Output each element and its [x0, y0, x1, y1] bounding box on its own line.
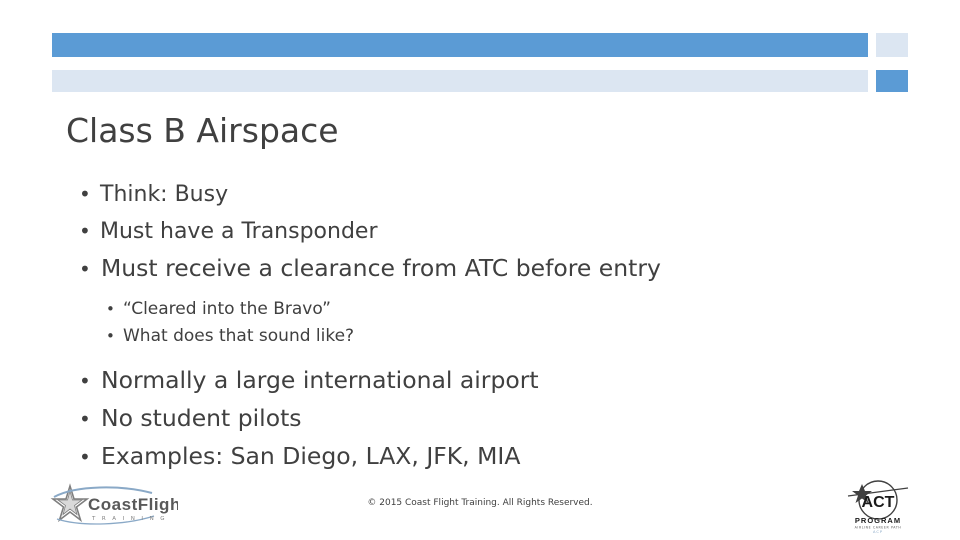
coast-flight-logo: CoastFlight T R A I N I N G [48, 483, 187, 527]
content-body: • Think: Busy • Must have a Transponder … [62, 176, 892, 476]
bullet-marker: • [79, 407, 91, 431]
list-item-label: Examples: San Diego, LAX, JFK, MIA [101, 442, 521, 470]
list-item: • Normally a large international airport [62, 362, 892, 400]
list-item-label: Think: Busy [100, 182, 229, 207]
list-item-label: Normally a large international airport [101, 366, 539, 394]
list-item-label: What does that sound like? [123, 326, 355, 346]
list-item: • No student pilots [62, 400, 892, 438]
bullet-marker: • [106, 300, 115, 318]
svg-text:ACT: ACT [862, 494, 895, 511]
bullet-marker: • [79, 445, 91, 469]
svg-text:AIRLINE CAREER PATH: AIRLINE CAREER PATH [855, 526, 902, 530]
svg-text:ACP: ACP [873, 530, 883, 534]
svg-text:CoastFlight: CoastFlight [88, 495, 178, 514]
list-item-label: Must receive a clearance from ATC before… [101, 254, 661, 282]
list-item-label: Must have a Transponder [100, 219, 378, 244]
list-item: • Must have a Transponder [62, 213, 892, 250]
list-item: • “Cleared into the Bravo” [62, 296, 892, 323]
slide: Class B Airspace • Think: Busy • Must ha… [0, 0, 960, 540]
bullet-marker: • [79, 182, 91, 206]
act-program-logo-icon: ACT PROGRAM AIRLINE CAREER PATH ACP [847, 480, 909, 534]
bullet-marker: • [79, 219, 91, 243]
header-accent-square-light [876, 33, 908, 57]
bullet-marker: • [79, 369, 91, 393]
list-item: • Examples: San Diego, LAX, JFK, MIA [62, 438, 892, 476]
list-item-label: No student pilots [101, 404, 302, 432]
bullet-marker: • [79, 257, 91, 281]
list-item: • What does that sound like? [62, 323, 892, 350]
header-accent-square-dark [876, 70, 908, 92]
svg-text:T R A I N I N G: T R A I N I N G [91, 516, 167, 522]
list-item-label: “Cleared into the Bravo” [123, 299, 331, 319]
coast-flight-logo-icon: CoastFlight T R A I N I N G [50, 483, 187, 525]
act-program-logo: ACT PROGRAM AIRLINE CAREER PATH ACP [836, 478, 920, 534]
header-accent-bar [52, 33, 868, 57]
page-title: Class B Airspace [66, 111, 339, 150]
bullet-marker: • [106, 327, 115, 345]
list-item: • Think: Busy [62, 176, 892, 213]
copyright-footer: © 2015 Coast Flight Training. All Rights… [367, 498, 593, 508]
list-item: • Must receive a clearance from ATC befo… [62, 250, 892, 288]
svg-text:PROGRAM: PROGRAM [855, 516, 901, 525]
header-secondary-bar [52, 70, 868, 92]
